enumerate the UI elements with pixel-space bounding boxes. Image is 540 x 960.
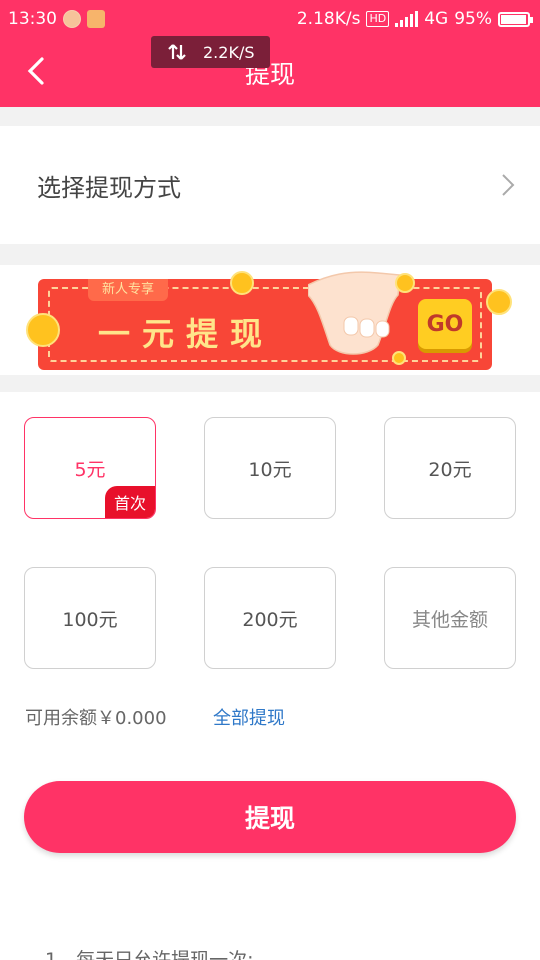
coin-icon bbox=[395, 273, 415, 293]
promo-ticket: 新人专享 一元提现 GO bbox=[38, 279, 492, 370]
promo-go-button[interactable]: GO bbox=[418, 299, 472, 349]
rule-item: 1、每天只允许提现一次; bbox=[45, 949, 254, 960]
amount-option-10[interactable]: 10元 bbox=[204, 417, 336, 519]
battery-icon bbox=[498, 11, 533, 27]
notification-app-icon-2 bbox=[87, 10, 105, 28]
speed-overlay: 2.2K/S bbox=[151, 36, 270, 68]
hand-illustration bbox=[308, 271, 401, 355]
first-time-badge: 首次 bbox=[105, 486, 155, 518]
page-title: 提现 bbox=[244, 60, 295, 89]
battery-percent: 95% bbox=[454, 9, 492, 29]
withdraw-method-row[interactable]: 选择提现方式 bbox=[0, 126, 540, 244]
withdraw-method-label: 选择提现方式 bbox=[37, 173, 181, 202]
amount-option-other[interactable]: 其他金额 bbox=[384, 567, 516, 669]
coin-icon bbox=[26, 313, 60, 347]
status-time: 13:30 bbox=[8, 9, 57, 29]
withdraw-all-link[interactable]: 全部提现 bbox=[213, 704, 285, 730]
amount-option-200[interactable]: 200元 bbox=[204, 567, 336, 669]
amount-option-20[interactable]: 20元 bbox=[384, 417, 516, 519]
coin-icon bbox=[392, 351, 406, 365]
promo-tag: 新人专享 bbox=[88, 279, 168, 301]
network-type: 4G bbox=[424, 9, 449, 29]
coin-icon bbox=[486, 289, 512, 315]
signal-icon bbox=[395, 11, 419, 27]
app-header: 13:30 2.18K/s HD 4G 95% 2.2K/S 提现 bbox=[0, 0, 540, 107]
speed-value: 2.2K/S bbox=[203, 42, 255, 62]
data-transfer-icon bbox=[168, 44, 186, 60]
chevron-right-icon bbox=[502, 174, 515, 196]
net-speed: 2.18K/s bbox=[296, 9, 361, 29]
promo-headline: 一元提现 bbox=[98, 315, 275, 353]
notification-app-icon bbox=[63, 10, 81, 28]
hd-icon: HD bbox=[366, 11, 390, 27]
withdraw-submit-button[interactable]: 提现 bbox=[24, 781, 516, 853]
amount-panel: 5元 首次 10元 20元 100元 200元 其他金额 可用余额￥0.000 … bbox=[0, 392, 540, 960]
amount-option-5[interactable]: 5元 首次 bbox=[24, 417, 156, 519]
amount-option-100[interactable]: 100元 bbox=[24, 567, 156, 669]
coin-icon bbox=[230, 271, 254, 295]
available-balance: 可用余额￥0.000 bbox=[25, 708, 167, 729]
status-bar: 13:30 2.18K/s HD 4G 95% bbox=[0, 0, 540, 38]
promo-banner[interactable]: 新人专享 一元提现 GO bbox=[0, 265, 540, 375]
